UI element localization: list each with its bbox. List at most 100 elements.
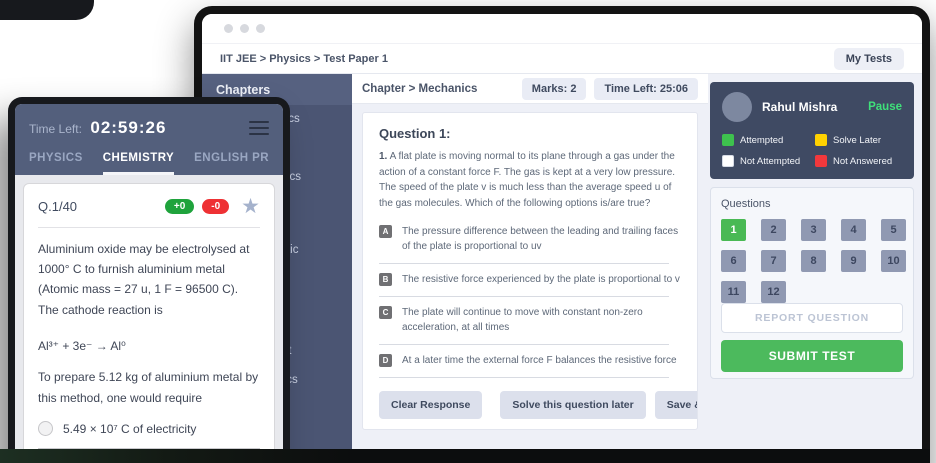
question-number-8[interactable]: 8	[801, 250, 826, 272]
question-card: Q.1/40 +0 -0 ★ Aluminium oxide may be el…	[23, 183, 275, 463]
positive-marks-badge: +0	[165, 199, 194, 214]
option-letter: C	[379, 306, 392, 319]
question-number-12[interactable]: 12	[761, 281, 786, 303]
chapter-breadcrumb: Chapter > Mechanics	[362, 83, 514, 95]
time-left-chip: Time Left: 25:06	[594, 78, 698, 100]
legend-attempted: Attempted	[722, 134, 809, 146]
save-next-button[interactable]: Save & Next	[655, 391, 698, 419]
subject-tabs: PHYSICS CHEMISTRY ENGLISH PROFICIENCY	[29, 152, 269, 175]
test-content: Chapters General PhysicsMechanicsThermal…	[202, 74, 922, 463]
question-number-4[interactable]: 4	[841, 219, 866, 241]
legend-label: Not Answered	[833, 156, 892, 167]
window-control-dot[interactable]	[256, 24, 265, 33]
answer-option-d[interactable]: D At a later time the external force F ba…	[379, 348, 681, 368]
question-counter: Q.1/40	[38, 199, 157, 214]
question-number-10[interactable]: 10	[881, 250, 906, 272]
option-letter: D	[379, 354, 392, 367]
time-left-value: 02:59:26	[90, 118, 166, 137]
option-separator	[379, 377, 669, 378]
option-separator	[379, 344, 669, 345]
question-title: Question 1:	[379, 126, 681, 141]
not-answered-color-swatch	[815, 155, 827, 167]
window-control-dot[interactable]	[240, 24, 249, 33]
report-question-button[interactable]: REPORT QUESTION	[721, 303, 903, 333]
my-tests-button[interactable]: My Tests	[834, 48, 904, 70]
phone-shadow-strip	[0, 449, 930, 463]
question-header-row: Q.1/40 +0 -0 ★	[38, 196, 260, 228]
option-separator	[379, 296, 669, 297]
phone-header: Time Left: 02:59:26 PHYSICS CHEMISTRY ENGL…	[15, 104, 283, 175]
browser-window: IIT JEE > Physics > Test Paper 1 My Test…	[194, 6, 930, 463]
question-number-7[interactable]: 7	[761, 250, 786, 272]
time-left-label: Time Left:	[29, 122, 82, 136]
radio-button[interactable]	[38, 421, 53, 436]
legend-not-answered: Not Answered	[815, 155, 902, 167]
breadcrumb[interactable]: IIT JEE > Physics > Test Paper 1	[220, 53, 388, 65]
clear-response-button[interactable]: Clear Response	[379, 391, 482, 419]
tab-english-proficiency[interactable]: ENGLISH PROFICIENCY	[194, 152, 269, 175]
phone-body: Q.1/40 +0 -0 ★ Aluminium oxide may be el…	[15, 175, 283, 463]
question-paragraph: Aluminium oxide may be electrolysed at 1…	[38, 239, 260, 321]
question-number-3[interactable]: 3	[801, 219, 826, 241]
legend-not-attempted: Not Attempted	[722, 155, 809, 167]
mobile-app-window: Time Left: 02:59:26 PHYSICS CHEMISTRY ENGL…	[8, 97, 290, 463]
option-text: At a later time the external force F bal…	[402, 353, 677, 368]
question-number: 1.	[379, 151, 387, 162]
question-text: 1. A flat plate is moving normal to its …	[379, 149, 681, 211]
solve-later-color-swatch	[815, 134, 827, 146]
question-paragraph: To prepare 5.12 kg of aluminium metal by…	[38, 367, 260, 408]
answer-option-b[interactable]: B The resistive force experienced by the …	[379, 267, 681, 287]
question-body: A flat plate is moving normal to its pla…	[379, 151, 675, 209]
user-name: Rahul Mishra	[762, 100, 858, 114]
question-panel: Question 1: 1. A flat plate is moving no…	[362, 112, 698, 430]
phone-answer-option-1[interactable]: 5.49 × 10⁷ C of electricity	[38, 421, 260, 436]
question-number-grid: 123456789101112	[721, 219, 903, 303]
questions-title: Questions	[721, 198, 903, 210]
avatar	[722, 92, 752, 122]
question-number-2[interactable]: 2	[761, 219, 786, 241]
answer-option-a[interactable]: A The pressure difference between the lea…	[379, 219, 681, 254]
option-text: The pressure difference between the lead…	[402, 224, 681, 254]
solve-later-button[interactable]: Solve this question later	[500, 391, 645, 419]
bookmark-star-icon[interactable]: ★	[241, 196, 260, 217]
window-titlebar	[202, 14, 922, 44]
phone-question-text: Aluminium oxide may be electrolysed at 1…	[38, 239, 260, 409]
option-text: The plate will continue to move with con…	[402, 305, 681, 335]
status-column: Rahul Mishra Pause Attempted Solve Later N…	[708, 74, 922, 463]
user-row: Rahul Mishra Pause	[722, 92, 902, 122]
user-panel: Rahul Mishra Pause Attempted Solve Later N…	[710, 82, 914, 179]
legend-label: Not Attempted	[740, 156, 800, 167]
option-letter: A	[379, 225, 392, 238]
legend-label: Attempted	[740, 135, 783, 146]
answer-option-c[interactable]: C The plate will continue to move with co…	[379, 300, 681, 335]
time-left: Time Left: 02:59:26	[29, 118, 166, 138]
marks-chip: Marks: 2	[522, 78, 587, 100]
question-number-9[interactable]: 9	[841, 250, 866, 272]
tab-physics[interactable]: PHYSICS	[29, 152, 83, 175]
question-number-1[interactable]: 1	[721, 219, 746, 241]
question-paragraph: Al³⁺ + 3e⁻ → Al⁰	[38, 336, 260, 356]
question-actions: Clear Response Solve this question later…	[379, 381, 681, 419]
legend-solve-later: Solve Later	[815, 134, 902, 146]
attempted-color-swatch	[722, 134, 734, 146]
option-separator	[379, 263, 669, 264]
question-topbar: Chapter > Mechanics Marks: 2 Time Left: …	[352, 74, 708, 104]
submit-test-button[interactable]: SUBMIT TEST	[721, 340, 903, 372]
phone-time-row: Time Left: 02:59:26	[29, 117, 269, 139]
pause-button[interactable]: Pause	[868, 101, 902, 113]
negative-marks-badge: -0	[202, 199, 229, 214]
question-number-6[interactable]: 6	[721, 250, 746, 272]
question-number-11[interactable]: 11	[721, 281, 746, 303]
legend-label: Solve Later	[833, 135, 881, 146]
top-navbar: IIT JEE > Physics > Test Paper 1 My Test…	[202, 44, 922, 74]
answer-options: A The pressure difference between the lea…	[379, 219, 681, 381]
background-window-corner	[0, 0, 94, 20]
window-control-dot[interactable]	[224, 24, 233, 33]
tab-chemistry[interactable]: CHEMISTRY	[103, 152, 174, 175]
option-letter: B	[379, 273, 392, 286]
question-number-5[interactable]: 5	[881, 219, 906, 241]
hamburger-menu-icon[interactable]	[249, 117, 269, 139]
question-column: Chapter > Mechanics Marks: 2 Time Left: …	[352, 74, 708, 463]
option-text: The resistive force experienced by the p…	[402, 272, 680, 287]
option-text: 5.49 × 10⁷ C of electricity	[63, 422, 196, 436]
